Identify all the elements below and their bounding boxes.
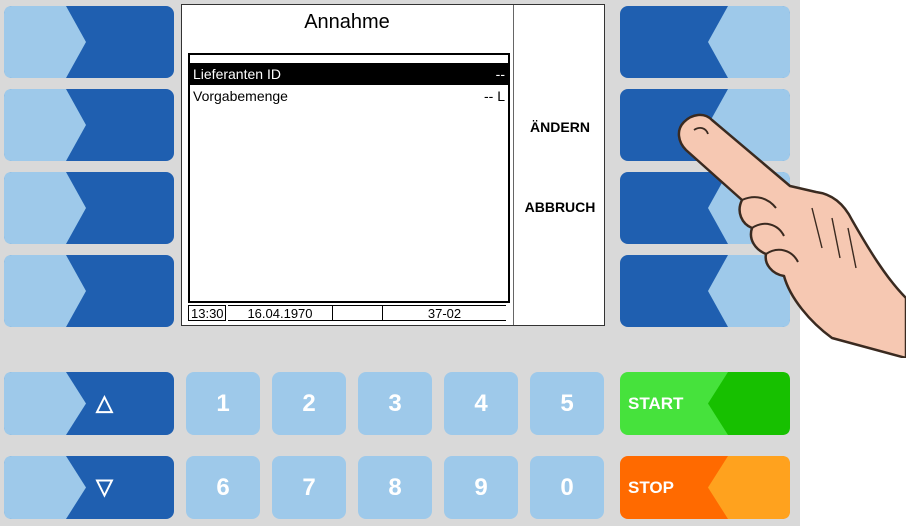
- key-8[interactable]: 8: [358, 456, 432, 519]
- stop-button[interactable]: STOP: [620, 456, 790, 519]
- key-9[interactable]: 9: [444, 456, 518, 519]
- key-2[interactable]: 2: [272, 372, 346, 435]
- status-time: 13:30: [188, 305, 226, 321]
- list-item-value: -- L: [484, 88, 505, 104]
- softkey-label-abort: ABBRUCH: [524, 199, 596, 215]
- status-date: 16.04.1970: [228, 305, 333, 321]
- left-softkey-4[interactable]: [4, 255, 174, 327]
- list-item-label: Lieferanten ID: [193, 66, 281, 82]
- status-bar: 13:30 16.04.1970 37-02: [188, 305, 510, 323]
- triangle-down-icon: ▽: [96, 474, 113, 499]
- screen-divider: [513, 5, 514, 325]
- left-softkey-3[interactable]: [4, 172, 174, 244]
- down-key[interactable]: ▽: [4, 456, 174, 519]
- key-3[interactable]: 3: [358, 372, 432, 435]
- left-softkey-2[interactable]: [4, 89, 174, 161]
- key-7[interactable]: 7: [272, 456, 346, 519]
- list-item-target-quantity[interactable]: Vorgabemenge -- L: [190, 85, 508, 107]
- right-softkey-1[interactable]: [620, 6, 790, 78]
- status-empty-cell: [333, 305, 383, 321]
- display-screen: Annahme Lieferanten ID -- Vorgabemenge -…: [181, 4, 605, 326]
- parameter-list: Lieferanten ID -- Vorgabemenge -- L: [188, 53, 510, 303]
- list-item-value: --: [495, 66, 505, 82]
- key-5[interactable]: 5: [530, 372, 604, 435]
- pointing-hand-icon: [672, 108, 906, 360]
- start-button[interactable]: START: [620, 372, 790, 435]
- status-code: 37-02: [382, 305, 506, 321]
- left-softkey-1[interactable]: [4, 6, 174, 78]
- list-item-supplier-id[interactable]: Lieferanten ID --: [190, 63, 508, 85]
- screen-title: Annahme: [304, 11, 390, 33]
- list-item-label: Vorgabemenge: [193, 88, 288, 104]
- key-6[interactable]: 6: [186, 456, 260, 519]
- start-label: START: [628, 394, 684, 413]
- key-4[interactable]: 4: [444, 372, 518, 435]
- up-key[interactable]: △: [4, 372, 174, 435]
- triangle-up-icon: △: [96, 390, 113, 415]
- key-1[interactable]: 1: [186, 372, 260, 435]
- softkey-label-change: ÄNDERN: [530, 119, 590, 135]
- stop-label: STOP: [628, 478, 674, 497]
- key-0[interactable]: 0: [530, 456, 604, 519]
